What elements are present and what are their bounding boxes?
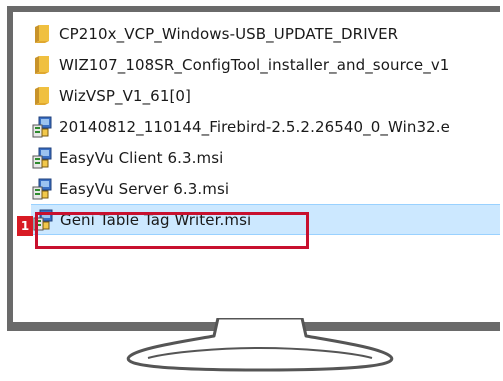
monitor-bezel: CP210x_VCP_Windows-USB_UPDATE_DRIVER WIZ… [7, 6, 500, 331]
installer-package-icon [31, 116, 53, 138]
file-row-cp210x-driver-folder[interactable]: CP210x_VCP_Windows-USB_UPDATE_DRIVER [31, 18, 500, 49]
monitor-illustration: CP210x_VCP_Windows-USB_UPDATE_DRIVER WIZ… [0, 0, 503, 381]
step-number-badge: 1 [17, 216, 33, 236]
monitor-stand-icon [126, 318, 394, 372]
file-explorer-pane: CP210x_VCP_Windows-USB_UPDATE_DRIVER WIZ… [31, 18, 500, 322]
folder-icon [31, 23, 53, 45]
installer-package-icon [31, 178, 53, 200]
folder-icon [31, 85, 53, 107]
file-name: EasyVu Server 6.3.msi [59, 179, 230, 198]
folder-icon [31, 54, 53, 76]
file-name: 20140812_110144_Firebird-2.5.2.26540_0_W… [59, 117, 450, 136]
file-row-easyvu-client-msi[interactable]: EasyVu Client 6.3.msi [31, 142, 500, 173]
file-row-wiz107-configtool-folder[interactable]: WIZ107_108SR_ConfigTool_installer_and_so… [31, 49, 500, 80]
file-name: CP210x_VCP_Windows-USB_UPDATE_DRIVER [59, 24, 399, 43]
file-name: WizVSP_V1_61[0] [59, 86, 192, 105]
file-list: CP210x_VCP_Windows-USB_UPDATE_DRIVER WIZ… [31, 18, 500, 235]
file-name: EasyVu Client 6.3.msi [59, 148, 224, 167]
file-row-firebird-installer[interactable]: 20140812_110144_Firebird-2.5.2.26540_0_W… [31, 111, 500, 142]
file-name: Geni Table Tag Writer.msi [60, 210, 252, 229]
installer-package-icon [31, 147, 53, 169]
file-row-geni-table-tag-writer-msi[interactable]: Geni Table Tag Writer.msi [31, 204, 500, 235]
file-row-wizvsp-folder[interactable]: WizVSP_V1_61[0] [31, 80, 500, 111]
installer-package-icon [32, 209, 54, 231]
file-row-easyvu-server-msi[interactable]: EasyVu Server 6.3.msi [31, 173, 500, 204]
file-name: WIZ107_108SR_ConfigTool_installer_and_so… [59, 55, 450, 74]
